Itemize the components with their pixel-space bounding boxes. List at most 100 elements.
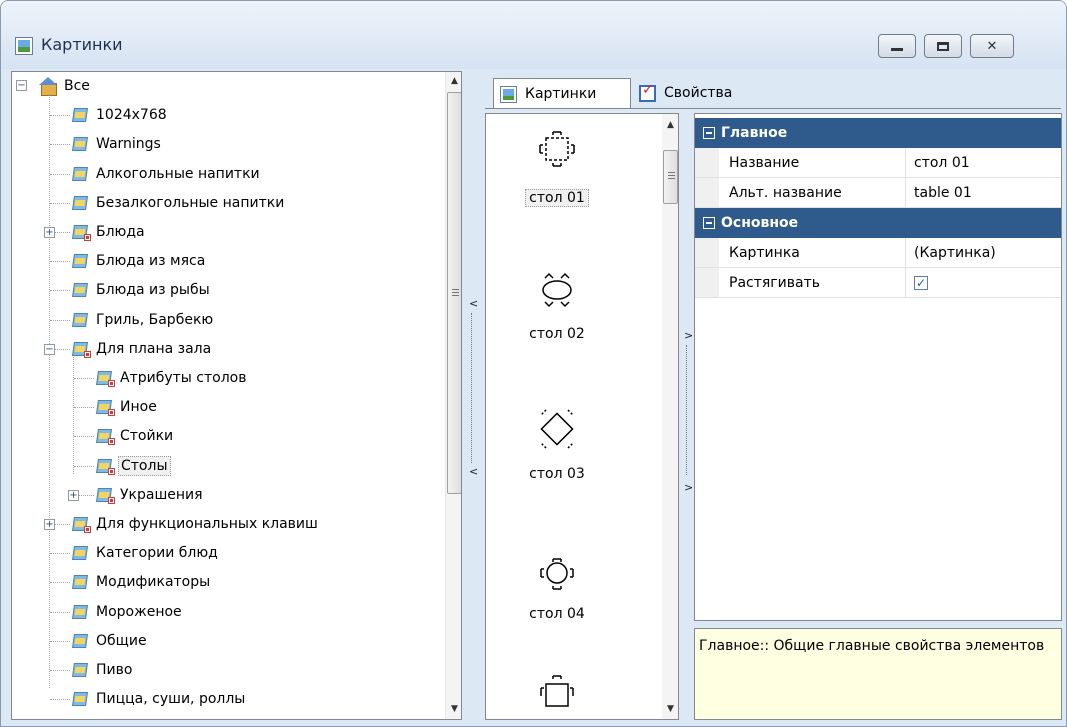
tree-root-item[interactable]: − Все (16, 74, 92, 98)
tree-item-label: Иное (120, 399, 157, 416)
picture-folder-icon (72, 545, 90, 561)
scroll-down-icon[interactable]: ▼ (446, 700, 461, 717)
scroll-up-icon[interactable]: ▲ (662, 116, 678, 133)
collapse-left-icon-2[interactable]: < (469, 465, 478, 478)
collapse-icon[interactable]: − (16, 80, 27, 91)
minimize-button[interactable] (878, 34, 916, 58)
tree-item[interactable]: Гриль, Барбекю (72, 308, 215, 332)
property-row[interactable]: Название стол 01 (695, 148, 1061, 178)
tree-item[interactable]: Модификаторы (72, 570, 212, 594)
gallery-item[interactable]: стол 01 (486, 114, 662, 234)
expand-icon[interactable]: + (68, 489, 79, 501)
minimize-icon (891, 47, 903, 51)
tree-item[interactable]: Блюда из рыбы (72, 278, 212, 302)
table-05-icon (540, 675, 574, 707)
tree-item-label: Столы (118, 455, 171, 476)
picture-folder-icon (72, 224, 91, 241)
table-02-icon (542, 272, 572, 308)
tree-item[interactable]: Для функциональных клавиш (72, 512, 320, 536)
tree-item-label: Блюда из мяса (96, 253, 206, 270)
tree-item[interactable]: Общие (72, 629, 149, 653)
scroll-down-icon[interactable]: ▼ (662, 700, 678, 717)
category-basic[interactable]: Основное (695, 208, 1061, 238)
scroll-thumb[interactable] (663, 150, 678, 204)
property-grid[interactable]: Главное Название стол 01 Альт. название … (694, 113, 1062, 621)
properties-icon (639, 82, 656, 102)
window-picture-icon (15, 37, 33, 55)
tree-item-label: Блюда (96, 224, 145, 240)
tree-scrollbar[interactable]: ▲ ▼ (445, 72, 461, 719)
maximize-button[interactable] (924, 34, 962, 58)
collapse-right-icon[interactable]: > (684, 329, 693, 342)
tree-item[interactable]: Безалкогольные напитки (72, 191, 286, 215)
picture-folder-icon (72, 574, 90, 590)
property-row[interactable]: Картинка (Картинка) (695, 238, 1061, 268)
picture-gallery[interactable]: стол 01 стол 02 стол 03 стол 04 ▲ ▼ (485, 113, 679, 720)
tree-item[interactable]: Блюда (72, 220, 147, 244)
tree-item[interactable]: Иное (96, 395, 159, 419)
tree-item-label: Модификаторы (96, 574, 211, 591)
category-main[interactable]: Главное (695, 118, 1061, 148)
maximize-icon (937, 41, 949, 51)
gallery-item[interactable] (486, 664, 662, 719)
property-value[interactable]: (Картинка) (906, 238, 1061, 267)
close-button[interactable]: ✕ (970, 34, 1014, 58)
scroll-thumb[interactable] (447, 92, 461, 494)
tree-item-label: Категории блюд (96, 545, 218, 562)
gallery-scrollbar[interactable]: ▲ ▼ (662, 114, 678, 719)
gallery-item-label: стол 01 (486, 189, 628, 207)
property-row[interactable]: Альт. название table 01 (695, 178, 1061, 208)
picture-folder-icon (96, 458, 115, 475)
gallery-item[interactable]: стол 04 (486, 524, 662, 644)
folder-tree[interactable]: − Все 1024x768 Warnings Алкогольные напитки Б… (11, 71, 462, 720)
tab-properties[interactable]: Свойства (633, 78, 738, 108)
picture-icon (500, 85, 517, 103)
property-value[interactable]: table 01 (906, 178, 1061, 207)
gallery-item[interactable]: стол 03 (486, 384, 662, 504)
expand-icon[interactable]: + (44, 227, 55, 238)
collapse-icon[interactable]: − (44, 343, 55, 355)
collapse-icon[interactable] (703, 127, 715, 139)
left-splitter[interactable]: < < (467, 297, 478, 483)
picture-folder-icon (72, 633, 90, 649)
gallery-item[interactable]: стол 02 (486, 244, 662, 364)
tree-item[interactable]: Украшения (96, 483, 205, 507)
tree-item[interactable]: Мороженое (72, 600, 184, 624)
tree-item[interactable]: Для плана зала (72, 337, 213, 361)
tree-item-label: Гриль, Барбекю (96, 311, 214, 328)
picture-folder-icon (72, 107, 90, 123)
picture-folder-icon (96, 370, 115, 387)
tree-item-label: Алкогольные напитки (96, 165, 260, 182)
tree-item-label: Общие (96, 632, 147, 649)
close-icon: ✕ (986, 38, 998, 54)
tree-item[interactable]: Пиво (72, 658, 134, 682)
tree-item[interactable]: Пицца, суши, роллы (72, 687, 247, 711)
scroll-up-icon[interactable]: ▲ (446, 72, 461, 89)
tree-item[interactable]: Столы (96, 454, 171, 478)
gallery-item-label: стол 03 (529, 466, 585, 482)
tree-item-label: Атрибуты столов (120, 370, 247, 386)
picture-folder-icon (72, 516, 91, 533)
picture-folder-icon (72, 691, 90, 707)
collapse-icon[interactable] (703, 217, 715, 229)
title-bar: Картинки ✕ (1, 1, 1066, 69)
collapse-right-icon-2[interactable]: > (684, 481, 693, 494)
right-splitter[interactable]: > > (682, 329, 693, 509)
tree-item[interactable]: Стойки (96, 424, 175, 448)
property-row[interactable]: Растягивать ✓ (695, 268, 1061, 298)
tree-item[interactable]: Категории блюд (72, 541, 220, 565)
tree-item[interactable]: Блюда из мяса (72, 249, 207, 273)
picture-folder-icon (72, 166, 90, 182)
table-03-icon (540, 409, 574, 449)
tree-item[interactable]: Warnings (72, 132, 163, 156)
expand-icon[interactable]: + (44, 519, 55, 530)
collapse-left-icon[interactable]: < (469, 297, 478, 310)
tree-item[interactable]: Атрибуты столов (96, 366, 248, 390)
tab-pictures[interactable]: Картинки (493, 78, 631, 109)
stretch-checkbox[interactable]: ✓ (914, 275, 928, 290)
tree-item[interactable]: Алкогольные напитки (72, 162, 262, 186)
tree-item-label: Пиво (96, 662, 133, 678)
picture-folder-icon (72, 662, 90, 678)
tree-item[interactable]: 1024x768 (72, 103, 169, 127)
property-value[interactable]: стол 01 (906, 148, 1061, 177)
